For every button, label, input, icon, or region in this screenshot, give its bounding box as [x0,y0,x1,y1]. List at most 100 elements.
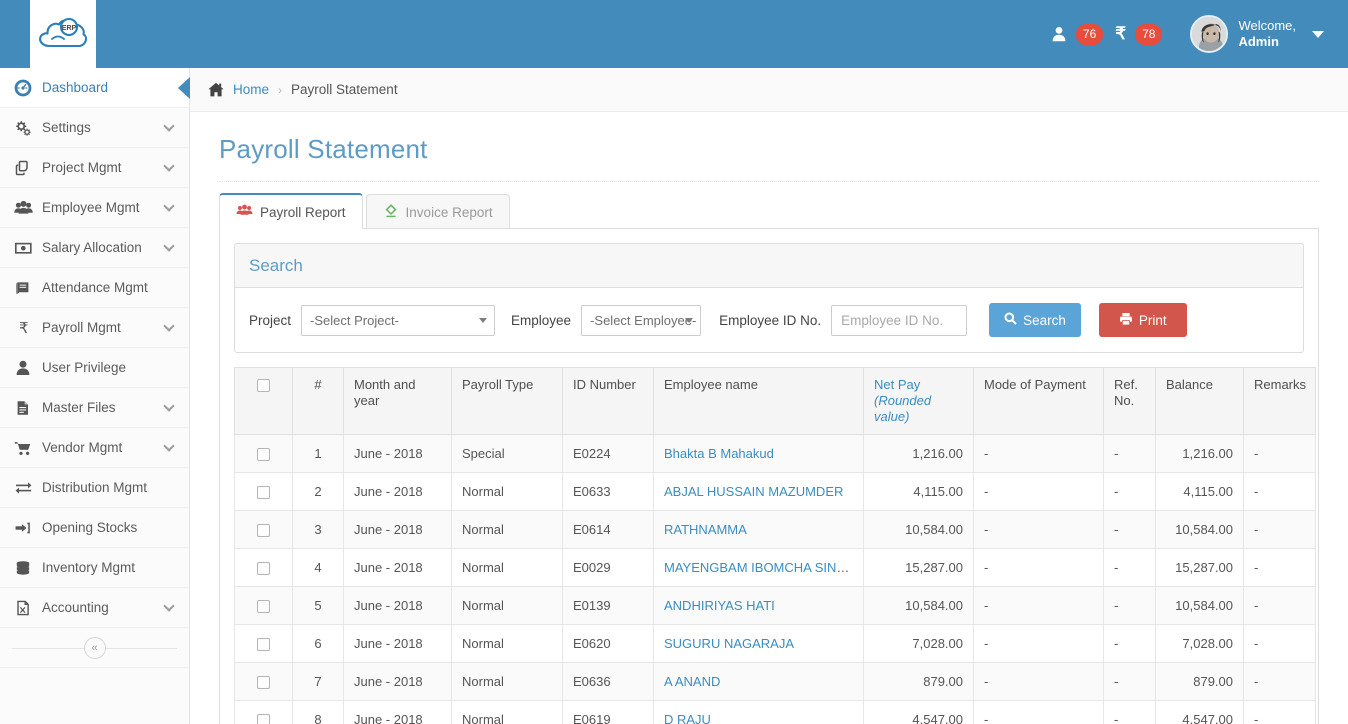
row-net-pay: 10,584.00 [863,510,974,549]
search-button[interactable]: Search [989,303,1081,337]
sidebar-item-vendor-mgmt[interactable]: Vendor Mgmt [0,428,189,468]
sidebar-item-salary-allocation[interactable]: Salary Allocation [0,228,189,268]
tab-label: Invoice Report [405,204,493,220]
breadcrumb-home-link[interactable]: Home [233,82,269,97]
row-checkbox[interactable] [257,714,270,724]
row-ref-no: - [1103,510,1156,549]
row-mode-of-payment: - [973,662,1104,701]
row-employee-name[interactable]: SUGURU NAGARAJA [653,624,864,663]
money-count-indicator[interactable]: ₹ 78 [1109,0,1168,68]
sidebar-item-payroll-mgmt[interactable]: ₹ Payroll Mgmt [0,308,189,348]
row-checkbox[interactable] [257,676,270,690]
row-checkbox[interactable] [257,524,270,538]
copy-icon [14,159,40,177]
row-employee-name[interactable]: RATHNAMMA [653,510,864,549]
table-body: 1 June - 2018 Special E0224 Bhakta B Mahakud… [234,434,1316,724]
row-checkbox[interactable] [257,486,270,500]
net-pay-header-sub: (Rounded value) [874,393,932,424]
chevron-down-icon[interactable] [1312,30,1324,38]
sidebar-item-distribution-mgmt[interactable]: Distribution Mgmt [0,468,189,508]
employee-select[interactable]: -Select Employee- [581,304,702,336]
sidebar-item-inventory-mgmt[interactable]: Inventory Mgmt [0,548,189,588]
svg-text:₹: ₹ [19,320,29,337]
sidebar-item-label: Opening Stocks [42,520,138,535]
row-net-pay: 4,547.00 [863,700,974,724]
row-net-pay: 1,216.00 [863,434,974,473]
select-all-checkbox[interactable] [257,379,270,393]
tab-payroll-report[interactable]: Payroll Report [219,193,363,229]
sidebar-item-employee-mgmt[interactable]: Employee Mgmt [0,188,189,228]
rupee-icon: ₹ [14,319,40,337]
sidebar-item-settings[interactable]: Settings [0,108,189,148]
mode-of-payment-header: Mode of Payment [973,367,1104,435]
row-employee-name[interactable]: A ANAND [653,662,864,701]
row-ref-no: - [1103,434,1156,473]
employee-name-link[interactable]: D RAJU [664,712,711,724]
row-payroll-type: Special [451,434,563,473]
employee-name-link[interactable]: A ANAND [664,674,720,689]
employee-name-link[interactable]: MAYENGBAM IBOMCHA SINGH [664,560,856,575]
sidebar-item-accounting[interactable]: Accounting [0,588,189,628]
sidebar-item-project-mgmt[interactable]: Project Mgmt [0,148,189,188]
id-number-header: ID Number [562,367,654,435]
row-checkbox[interactable] [257,562,270,576]
tab-invoice-report[interactable]: Invoice Report [365,194,510,229]
main-content: Home › Payroll Statement Payroll Stateme… [190,68,1348,724]
users-count-indicator[interactable]: 76 [1045,0,1109,68]
dashboard-icon [14,79,40,97]
employee-name-link[interactable]: Bhakta B Mahakud [664,446,774,461]
project-select[interactable]: -Select Project- [301,304,496,336]
row-checkbox[interactable] [257,638,270,652]
row-balance: 4,547.00 [1155,700,1244,724]
employee-name-link[interactable]: RATHNAMMA [664,522,747,537]
sidebar-item-attendance-mgmt[interactable]: Attendance Mgmt [0,268,189,308]
table-row: 5 June - 2018 Normal E0139 ANDHIRIYAS HATI 10… [234,586,1316,625]
app-root: ERP 76 ₹ 78 Welcome, Admin Dashboard Set… [0,0,1348,724]
print-button[interactable]: Print [1098,303,1187,337]
employee-name-link[interactable]: ANDHIRIYAS HATI [664,598,775,613]
row-checkbox[interactable] [257,600,270,614]
app-logo[interactable]: ERP [30,0,96,68]
user-icon [14,359,40,377]
sidebar-item-user-privilege[interactable]: User Privilege [0,348,189,388]
sidebar-item-label: Project Mgmt [42,160,122,175]
row-month-year: June - 2018 [343,586,452,625]
row-employee-name[interactable]: MAYENGBAM IBOMCHA SINGH [653,548,864,587]
row-checkbox[interactable] [257,448,270,462]
row-index: 8 [292,700,344,724]
employee-id-input[interactable] [831,304,968,336]
home-icon[interactable] [208,82,224,97]
book-icon [14,279,40,297]
table-row: 3 June - 2018 Normal E0614 RATHNAMMA 10,584.0… [234,510,1316,549]
page-title: Payroll Statement [219,134,428,164]
sidebar-item-label: Attendance Mgmt [42,280,148,295]
user-menu[interactable]: Welcome, Admin [1168,0,1330,68]
sidebar-item-label: Vendor Mgmt [42,440,123,455]
remarks-header: Remarks [1243,367,1316,435]
row-employee-name[interactable]: Bhakta B Mahakud [653,434,864,473]
net-pay-header-main: Net Pay [874,377,921,392]
erp-cloud-logo-icon: ERP [39,17,88,48]
row-employee-name[interactable]: ABJAL HUSSAIN MAZUMDER [653,472,864,511]
sidebar-item-opening-stocks[interactable]: Opening Stocks [0,508,189,548]
sidebar-collapse-button[interactable]: « [83,636,106,659]
rupee-icon: ₹ [1115,24,1127,43]
row-remarks: - [1243,662,1316,701]
row-balance: 879.00 [1155,662,1244,701]
employee-name-link[interactable]: SUGURU NAGARAJA [664,636,794,651]
sidebar-item-master-files[interactable]: Master Files [0,388,189,428]
row-index: 5 [292,586,344,625]
welcome-greeting: Welcome, [1238,18,1296,33]
welcome-text: Welcome, Admin [1238,18,1296,50]
row-remarks: - [1243,510,1316,549]
ref-no-header: Ref. No. [1103,367,1156,435]
employee-name-link[interactable]: ABJAL HUSSAIN MAZUMDER [664,484,843,499]
chevron-down-icon [163,239,175,252]
row-index: 1 [292,434,344,473]
row-employee-name[interactable]: ANDHIRIYAS HATI [653,586,864,625]
row-employee-name[interactable]: D RAJU [653,700,864,724]
row-ref-no: - [1103,662,1156,701]
sidebar-item-dashboard[interactable]: Dashboard [0,68,189,108]
row-month-year: June - 2018 [343,472,452,511]
row-index: 3 [292,510,344,549]
